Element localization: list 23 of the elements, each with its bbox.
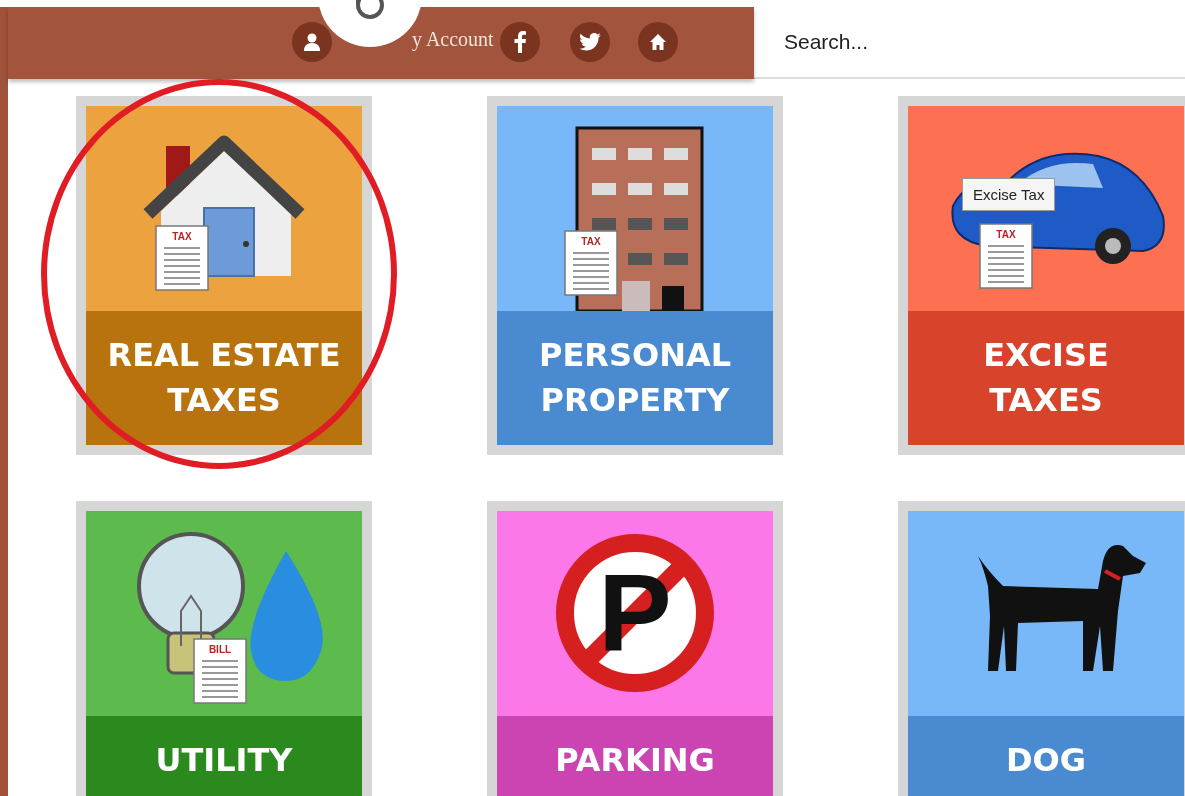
- account-link[interactable]: y Account: [412, 28, 494, 51]
- tile-label: PARKING: [555, 740, 715, 781]
- tile-label: UTILITY: [155, 740, 293, 781]
- tile-label: REAL ESTATE: [107, 335, 341, 376]
- tile-label: TAXES: [167, 380, 281, 421]
- tax-form-drawing: TAX: [155, 225, 209, 291]
- facebook-icon[interactable]: [500, 22, 540, 62]
- tile-label: EXCISE: [983, 335, 1109, 376]
- tile-label: PROPERTY: [540, 380, 730, 421]
- tax-tile[interactable]: DOG: [898, 501, 1185, 796]
- tile-label: TAXES: [989, 380, 1103, 421]
- tax-form-drawing: TAX: [564, 230, 618, 296]
- twitter-icon[interactable]: [570, 22, 610, 62]
- user-icon[interactable]: [292, 22, 332, 62]
- tax-form-drawing: BILL: [193, 638, 247, 704]
- tax-tile[interactable]: BILL UTILITY: [76, 501, 372, 796]
- tile-label: PERSONAL: [538, 335, 732, 376]
- tax-form-drawing: TAX: [979, 223, 1033, 289]
- tax-tile[interactable]: TAX PERSONAL PROPERTY: [487, 96, 783, 455]
- tooltip: Excise Tax: [962, 178, 1056, 211]
- tax-tile[interactable]: TAX REAL ESTATE TAXES: [76, 96, 372, 455]
- home-icon[interactable]: [638, 22, 678, 62]
- tile-label: DOG: [1006, 740, 1086, 781]
